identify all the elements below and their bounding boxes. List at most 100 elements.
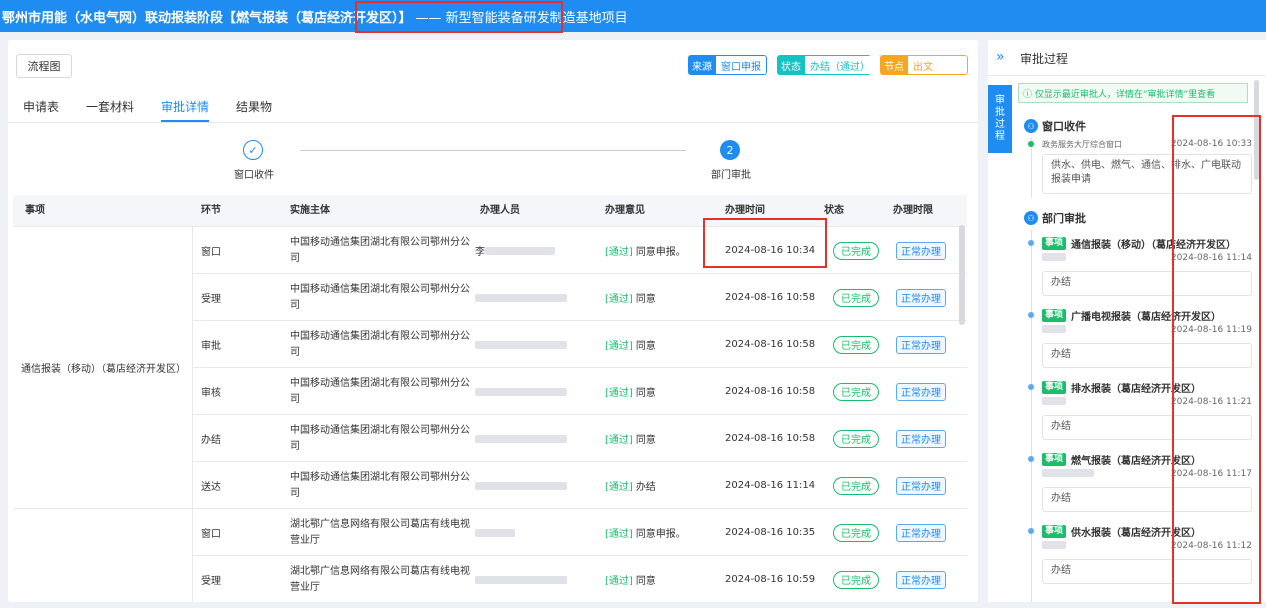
cell-limit: 正常办理 — [896, 415, 946, 462]
timeline-dot — [1028, 312, 1034, 318]
status-badge: 已完成 — [833, 429, 879, 448]
limit-badge: 正常办理 — [896, 429, 946, 448]
limit-badge: 正常办理 — [896, 523, 946, 542]
cell-time: 2024-08-16 10:34 — [725, 245, 816, 256]
item-name: 燃气报装（葛店经济开发区） — [1071, 456, 1202, 467]
cell-limit: 正常办理 — [896, 509, 946, 556]
status-badge: 已完成 — [833, 476, 879, 495]
cell-node: 窗口 — [201, 529, 221, 540]
cell-node: 窗口 — [201, 247, 221, 258]
tab-application-form[interactable]: 申请表 — [23, 98, 59, 122]
limit-badge: 正常办理 — [896, 476, 946, 495]
col-header-user: 办理人员 — [480, 205, 520, 216]
timeline-dot — [1028, 141, 1034, 147]
status-value: 办结（通过） — [805, 55, 871, 75]
opinion-tag: [通过] — [605, 576, 633, 587]
item-name: 排水报装（葛店经济开发区） — [1071, 384, 1202, 395]
cell-subject: 湖北鄂广信息网络有限公司葛店有线电视营业厅 — [290, 518, 470, 546]
node-value: 出文 — [908, 55, 968, 75]
dept-item-title: 事项 供水报装（葛店经济开发区） — [1042, 524, 1201, 539]
status-badge: 已完成 — [833, 570, 879, 589]
limit-badge: 正常办理 — [896, 288, 946, 307]
cell-limit: 正常办理 — [896, 227, 946, 274]
item-result-box: 办结 — [1042, 487, 1252, 512]
cell-opinion: [通过] 同意 — [605, 321, 656, 368]
col-header-opinion: 办理意见 — [605, 205, 645, 216]
cell-opinion: [通过] 同意 — [605, 274, 656, 321]
item-name: 广播电视报装（葛店经济开发区） — [1071, 312, 1222, 323]
redacted-user — [475, 575, 567, 584]
cell-opinion: [通过] 办结 — [605, 462, 656, 509]
opinion-text: 同意 — [635, 341, 656, 352]
timeline-dot — [1028, 528, 1034, 534]
table-row: 审核 中国移动通信集团湖北有限公司鄂州分公司 [通过] 同意 2024-08-16 10… — [193, 368, 967, 415]
tab-approval-details[interactable]: 审批详情 — [161, 98, 210, 122]
table-scrollbar[interactable] — [959, 225, 965, 325]
cell-subject: 中国移动通信集团湖北有限公司鄂州分公司 — [290, 330, 470, 358]
opinion-text: 办结 — [635, 482, 656, 493]
cell-node: 受理 — [201, 294, 221, 305]
cell-subject: 中国移动通信集团湖北有限公司鄂州分公司 — [290, 236, 470, 264]
opinion-text: 同意 — [635, 576, 656, 587]
cell-status: 已完成 — [833, 556, 879, 602]
dept-item-title: 事项 通信报装（移动）（葛店经济开发区） — [1042, 236, 1236, 251]
cell-time: 2024-08-16 10:58 — [725, 433, 816, 444]
step-connector — [300, 150, 686, 151]
timeline-dot — [1028, 456, 1034, 462]
cell-time: 2024-08-16 10:58 — [725, 339, 816, 350]
collapse-chevron-icon[interactable]: » — [996, 49, 1005, 65]
cell-time: 2024-08-16 11:14 — [725, 480, 816, 491]
timeline-line — [1031, 230, 1032, 602]
redacted-user — [475, 293, 567, 302]
redacted-user — [1042, 397, 1066, 405]
item-tag: 事项 — [1042, 525, 1067, 538]
cell-user — [475, 368, 585, 415]
col-header-subject: 实施主体 — [290, 205, 330, 216]
tab-materials[interactable]: 一套材料 — [86, 98, 134, 122]
item-tag: 事项 — [1042, 453, 1067, 466]
cell-opinion: [通过] 同意 — [605, 368, 656, 415]
cell-time: 2024-08-16 10:58 — [725, 292, 816, 303]
cell-opinion: [通过] 同意 — [605, 556, 656, 602]
item-time: 2024-08-16 11:12 — [1170, 541, 1252, 551]
cell-time: 2024-08-16 10:59 — [725, 574, 816, 585]
opinion-tag: [通过] — [605, 294, 633, 305]
cell-status: 已完成 — [833, 509, 879, 556]
table-group-cell: 通信报装（移动）（葛店经济开发区） — [13, 227, 193, 509]
redacted-user — [475, 387, 567, 396]
stage-title: 鄂州市用能（水电气网）联动报装阶段【燃气报装（葛店经济开发区）】 — [2, 10, 412, 26]
flowchart-button[interactable]: 流程图 — [16, 54, 72, 78]
vtab-char: 批 — [995, 107, 1005, 118]
redacted-user — [475, 528, 515, 537]
limit-badge: 正常办理 — [896, 570, 946, 589]
cell-user — [475, 415, 585, 462]
cell-status: 已完成 — [833, 415, 879, 462]
dept-item-title: 事项 燃气报装（葛店经济开发区） — [1042, 452, 1201, 467]
redacted-user — [475, 340, 567, 349]
window-dept: 政务服务大厅综合窗口 — [1042, 140, 1122, 149]
cell-user — [475, 274, 585, 321]
opinion-tag: [通过] — [605, 388, 633, 399]
tab-results[interactable]: 结果物 — [236, 98, 272, 122]
col-header-time: 办理时间 — [725, 205, 765, 216]
step-label-window: 窗口收件 — [234, 170, 274, 181]
cell-limit: 正常办理 — [896, 321, 946, 368]
table-row: 窗口 中国移动通信集团湖北有限公司鄂州分公司李 [通过] 同意申报。 2024-08-1… — [193, 227, 967, 274]
limit-badge: 正常办理 — [896, 241, 946, 260]
cell-user — [475, 556, 585, 602]
vertical-tab-approval-process[interactable]: 审 批 过 程 — [988, 85, 1012, 153]
cell-opinion: [通过] 同意 — [605, 415, 656, 462]
cell-subject: 中国移动通信集团湖北有限公司鄂州分公司 — [290, 424, 470, 452]
redacted-user — [475, 434, 567, 443]
opinion-tag: [通过] — [605, 341, 633, 352]
redacted-user — [1042, 469, 1094, 477]
panel-scrollbar[interactable] — [1254, 80, 1259, 180]
table-row: 送达 中国移动通信集团湖北有限公司鄂州分公司 [通过] 办结 2024-08-16 11… — [193, 462, 967, 509]
status-badge: 已完成 — [833, 335, 879, 354]
tabs-divider — [8, 122, 978, 123]
table-row: 办结 中国移动通信集团湖北有限公司鄂州分公司 [通过] 同意 2024-08-16 10… — [193, 415, 967, 462]
status-tag: 状态 办结（通过） — [777, 55, 871, 75]
col-header-item: 事项 — [25, 205, 45, 216]
item-tag: 事项 — [1042, 237, 1067, 250]
redacted-user — [1042, 541, 1066, 549]
